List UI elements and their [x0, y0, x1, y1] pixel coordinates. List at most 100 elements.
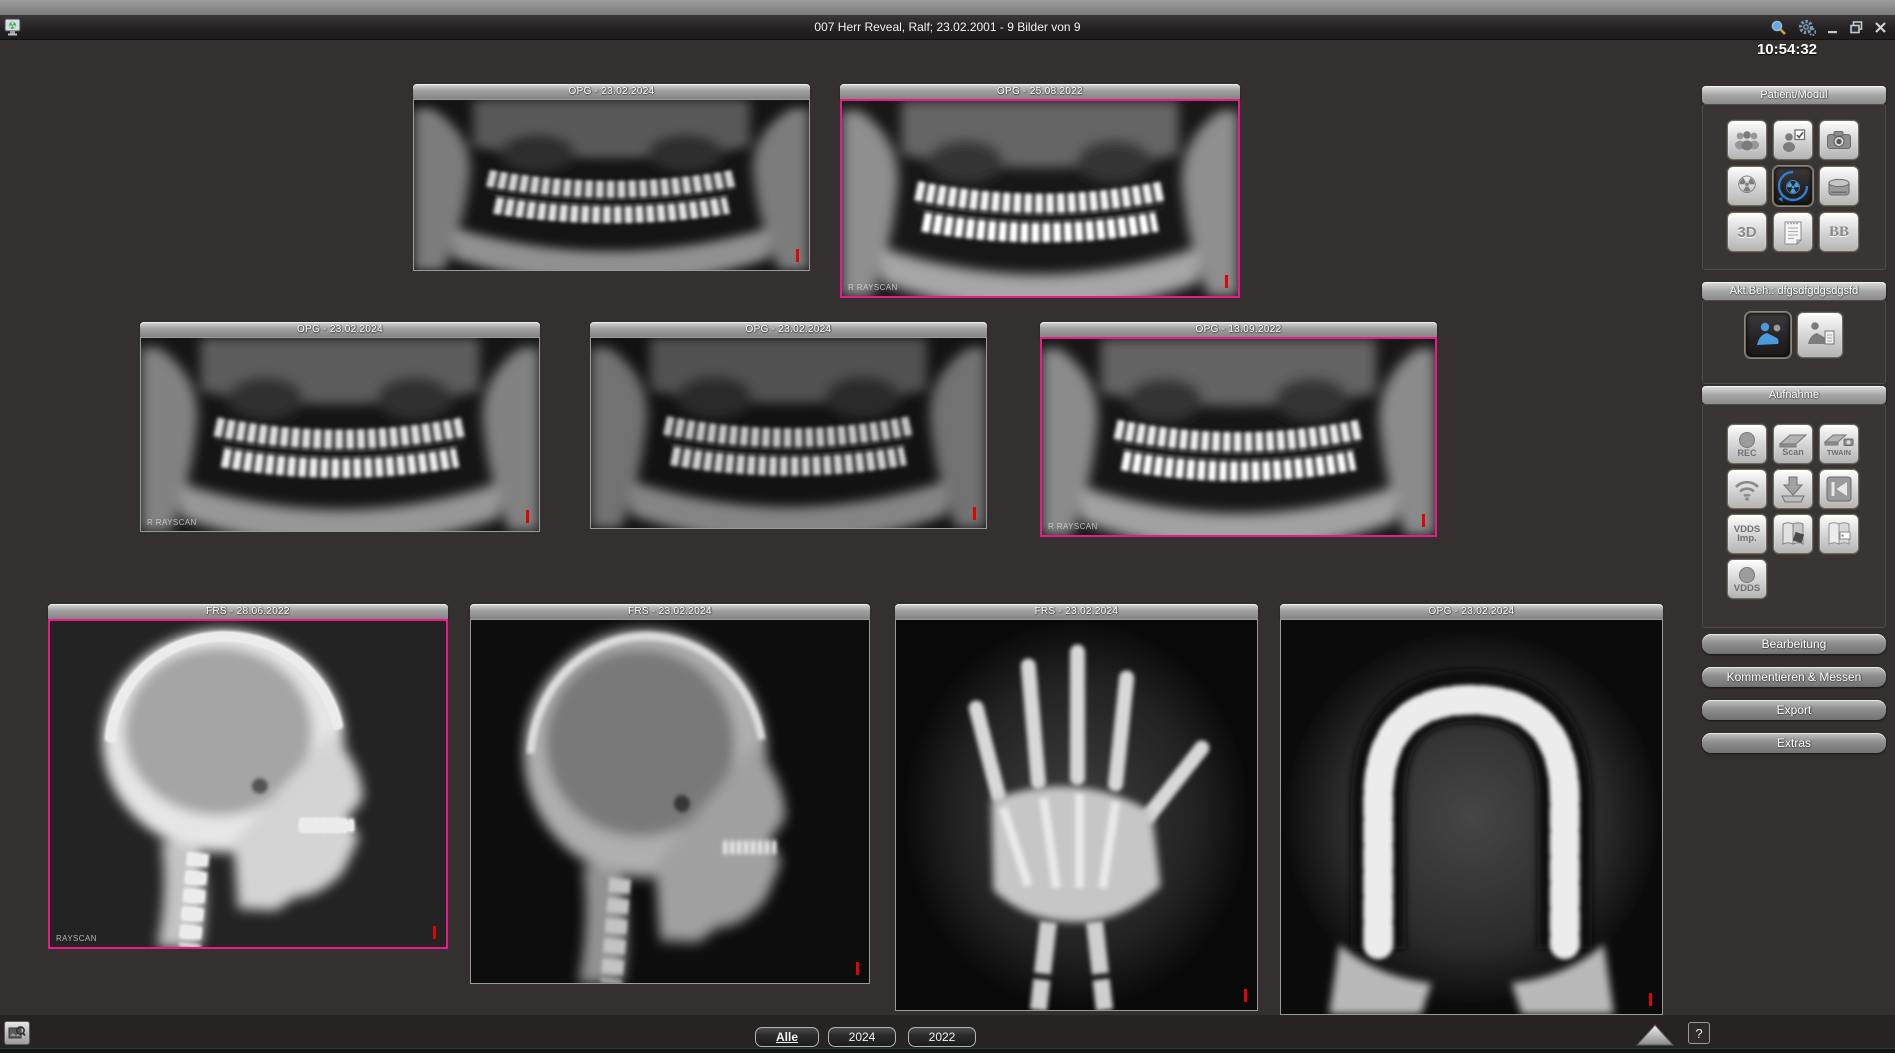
thumbnail-header: OPG - 23.02.2024	[140, 322, 540, 337]
thumbnail-opg-4[interactable]: OPG - 23.02.2024	[590, 322, 987, 529]
status-indicator	[856, 962, 859, 975]
ct-arch-image	[1281, 620, 1662, 1014]
tab-2022[interactable]: 2022	[908, 1027, 976, 1047]
image-preview-button[interactable]	[4, 1021, 30, 1045]
radiology-button[interactable]: ☢	[1727, 166, 1767, 206]
collapse-arrow-icon[interactable]	[1636, 1024, 1674, 1046]
xray-opg-image	[414, 100, 809, 270]
rec-label: REC	[1737, 447, 1757, 458]
export-button[interactable]: Export	[1702, 700, 1886, 720]
bb-module-button[interactable]: BB	[1819, 212, 1859, 252]
status-indicator	[1649, 993, 1652, 1006]
settings-gear-icon[interactable]	[1798, 19, 1816, 36]
xray-ceph-image	[471, 620, 869, 983]
thumbnail-header: OPG - 23.02.2024	[413, 84, 810, 99]
xray-hand-image	[896, 620, 1257, 1010]
patient-record-button[interactable]	[1773, 120, 1813, 160]
record-circle-icon	[1739, 431, 1755, 448]
minimize-icon[interactable]	[1827, 21, 1839, 35]
catalog-card-button[interactable]	[1819, 514, 1859, 554]
hard-drive-icon	[1828, 178, 1850, 196]
section-header-akt-beh: Akt.Beh.: dfgsdfgdgsdgsfd	[1702, 282, 1886, 300]
radiation-icon: ☢	[1736, 172, 1758, 199]
thumbnail-frs-1[interactable]: FRS - 28.06.2022 RAYSCAN	[48, 604, 448, 949]
catalog-tools-button[interactable]	[1773, 514, 1813, 554]
notes-button[interactable]	[1773, 212, 1813, 252]
status-indicator	[1244, 989, 1247, 1002]
vdds-circle-icon	[1739, 566, 1755, 583]
svg-text:☢: ☢	[1784, 178, 1801, 199]
storage-button[interactable]	[1819, 166, 1859, 206]
xray-opg-image	[591, 338, 986, 528]
treatment-active-button[interactable]	[1745, 312, 1791, 358]
import-button[interactable]	[1773, 469, 1813, 509]
search-icon[interactable]	[1770, 19, 1787, 36]
bottom-edge	[0, 1048, 1895, 1053]
watermark: R RAYSCAN	[848, 283, 898, 292]
twain-scanner-icon	[1824, 434, 1854, 446]
patients-group-icon	[1735, 131, 1759, 151]
xray-opg-image	[842, 101, 1238, 296]
kommentieren-messen-button[interactable]: Kommentieren & Messen	[1702, 667, 1886, 687]
close-icon[interactable]	[1874, 21, 1887, 34]
twain-label: TWAIN	[1826, 448, 1852, 457]
thumbnail-header: OPG - 25.08.2022	[840, 84, 1240, 99]
vdds-label: VDDS	[1733, 582, 1761, 594]
radiation-sync-icon: ☢	[1777, 170, 1809, 202]
extras-button[interactable]: Extras	[1702, 733, 1886, 753]
radiology-active-button[interactable]: ☢	[1773, 166, 1813, 206]
book-tools-icon	[1782, 522, 1805, 545]
treatment-report-button[interactable]	[1797, 312, 1843, 358]
bearbeitung-button[interactable]: Bearbeitung	[1702, 634, 1886, 654]
section-header-patient-modul: Patient/Modul	[1702, 86, 1886, 104]
tab-alle[interactable]: Alle	[755, 1027, 819, 1047]
3d-module-button[interactable]: 3D	[1727, 212, 1767, 252]
3d-label: 3D	[1737, 223, 1757, 241]
status-indicator	[1225, 275, 1228, 288]
twain-button[interactable]: TWAIN	[1819, 424, 1859, 464]
thumbnail-header: FRS - 23.02.2024	[895, 604, 1258, 619]
thumbnail-header: FRS - 28.06.2022	[48, 604, 448, 619]
thumbnail-opg-3[interactable]: OPG - 23.02.2024 R RAYSCAN	[140, 322, 540, 532]
thumbnail-opg-arch[interactable]: OPG - 23.02.2024	[1280, 604, 1663, 1015]
restore-icon[interactable]	[1850, 21, 1863, 34]
status-indicator	[1422, 514, 1425, 527]
status-indicator	[796, 249, 799, 262]
thumbnail-header: OPG - 23.02.2024	[1280, 604, 1663, 619]
camera-icon	[1827, 131, 1851, 149]
scanner-icon	[1778, 434, 1808, 448]
panel-akt-beh	[1702, 300, 1886, 384]
thumbnail-opg-2[interactable]: OPG - 25.08.2022 R RAYSCAN	[840, 84, 1240, 298]
vdds-button[interactable]: VDDS	[1727, 559, 1767, 599]
thumbnail-opg-1[interactable]: OPG - 23.02.2024	[413, 84, 810, 271]
status-indicator	[433, 926, 436, 939]
camera-button[interactable]	[1819, 120, 1859, 160]
treatment-report-icon	[1808, 322, 1835, 345]
vdds-import-button[interactable]: VDDS Imp.	[1727, 514, 1767, 554]
clock: 10:54:32	[1756, 41, 1817, 58]
wireless-button[interactable]	[1727, 469, 1767, 509]
thumbnail-frs-hand[interactable]: FRS - 23.02.2024	[895, 604, 1258, 1011]
watermark: R RAYSCAN	[147, 518, 197, 527]
patients-button[interactable]	[1727, 120, 1767, 160]
xray-opg-image	[141, 338, 539, 531]
window-title: 007 Herr Reveal, Ralf; 23.02.2001 - 9 Bi…	[814, 20, 1081, 34]
image-magnifier-icon	[8, 1026, 26, 1039]
thumbnail-frs-2[interactable]: FRS - 23.02.2024	[470, 604, 870, 984]
tab-2024[interactable]: 2024	[828, 1027, 896, 1047]
download-tray-icon	[1781, 476, 1805, 503]
book-card-icon	[1828, 522, 1851, 545]
notepad-icon	[1784, 221, 1803, 246]
scan-button[interactable]: Scan	[1773, 424, 1813, 464]
patient-checklist-icon	[1783, 129, 1806, 152]
application-window: ☢ 007 Herr Reveal, Ralf; 23.02.2001 - 9 …	[0, 0, 1895, 1053]
titlebar: ☢ 007 Herr Reveal, Ralf; 23.02.2001 - 9 …	[0, 15, 1895, 40]
thumbnail-header: FRS - 23.02.2024	[470, 604, 870, 619]
help-button[interactable]: ?	[1688, 1022, 1710, 1044]
thumbnail-opg-5[interactable]: OPG - 13.09.2022 R RAYSCAN	[1040, 322, 1437, 537]
treatment-chair-active-icon	[1757, 322, 1781, 345]
first-image-button[interactable]	[1819, 469, 1859, 509]
thumbnail-header: OPG - 23.02.2024	[590, 322, 987, 337]
vdds-imp-label-2: Imp.	[1737, 533, 1757, 544]
rec-button[interactable]: REC	[1727, 424, 1767, 464]
